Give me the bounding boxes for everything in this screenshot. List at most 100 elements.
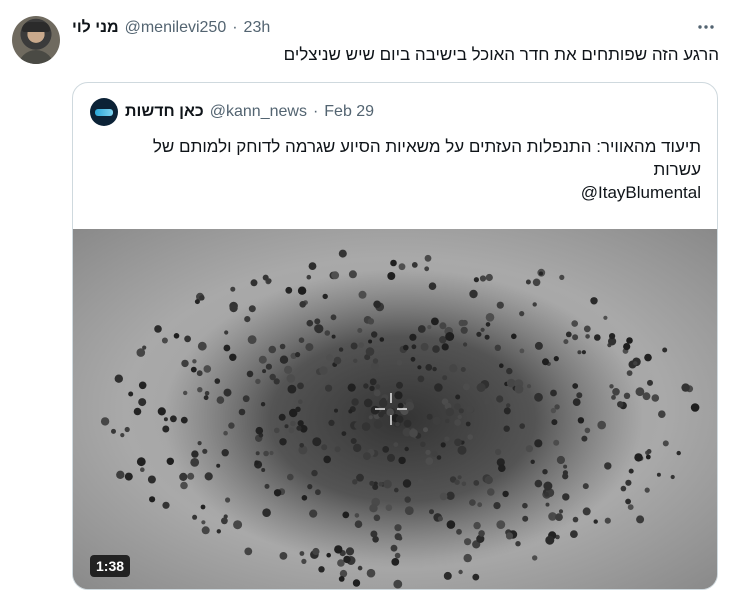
crowd-figure bbox=[223, 344, 231, 352]
crowd-figure bbox=[224, 330, 229, 335]
author-name[interactable]: מני לוי bbox=[72, 19, 119, 37]
crowd-figure bbox=[590, 297, 598, 305]
quoted-tweet-date[interactable]: Feb 29 bbox=[324, 103, 374, 121]
crowd-figure bbox=[345, 547, 355, 556]
crowd-figure bbox=[417, 375, 425, 383]
crowd-figure bbox=[368, 339, 373, 344]
crowd-figure bbox=[350, 438, 357, 444]
crowd-figure bbox=[323, 455, 331, 464]
crowd-figure bbox=[290, 420, 296, 427]
crowd-figure bbox=[441, 343, 449, 351]
crowd-figure bbox=[264, 483, 270, 489]
crowd-figure bbox=[582, 483, 589, 490]
crowd-figure bbox=[183, 390, 188, 396]
crowd-figure bbox=[393, 579, 403, 589]
more-options-button[interactable] bbox=[695, 16, 717, 38]
crowd-figure bbox=[278, 413, 286, 421]
crowd-figure bbox=[429, 509, 434, 515]
crowd-figure bbox=[485, 313, 495, 322]
crowd-figure bbox=[190, 366, 197, 373]
crowd-figure bbox=[184, 335, 191, 343]
crowd-figure bbox=[366, 568, 376, 578]
crowd-figure bbox=[442, 375, 448, 381]
video-thumbnail bbox=[73, 229, 717, 589]
crowd-figure bbox=[576, 392, 583, 399]
crowd-figure bbox=[572, 398, 581, 406]
crowd-figure bbox=[166, 457, 174, 465]
crowd-figure bbox=[214, 378, 221, 384]
crowd-figure bbox=[338, 347, 344, 352]
crowd-figure bbox=[562, 470, 568, 476]
quoted-tweet-text: תיעוד מהאוויר: התנפלות העזתים על משאיות … bbox=[81, 135, 701, 204]
crowd-figure bbox=[369, 504, 378, 513]
crowd-figure bbox=[382, 446, 390, 453]
crowd-figure bbox=[180, 416, 188, 424]
crowd-figure bbox=[190, 458, 200, 467]
crowd-figure bbox=[563, 464, 568, 469]
quoted-mention-link[interactable]: @ItayBlumental bbox=[81, 181, 701, 204]
crowd-figure bbox=[197, 441, 202, 446]
crowd-figure bbox=[593, 519, 598, 524]
crowd-figure bbox=[411, 344, 417, 350]
crowd-figure bbox=[431, 317, 439, 326]
crowd-figure bbox=[244, 316, 251, 323]
crowd-figure bbox=[367, 318, 375, 325]
quoted-author-handle[interactable]: @kann_news bbox=[210, 103, 307, 121]
quoted-tweet-header: כאן חדשות @kann_news · Feb 29 bbox=[125, 99, 374, 125]
kan-logo-icon bbox=[95, 108, 113, 116]
crowd-figure bbox=[244, 547, 253, 556]
crowd-figure bbox=[197, 341, 207, 351]
crowd-figure bbox=[545, 535, 555, 545]
crowd-figure bbox=[445, 407, 454, 417]
crowd-figure bbox=[394, 552, 401, 559]
quoted-author-name[interactable]: כאן חדשות bbox=[125, 103, 204, 121]
crowd-figure bbox=[138, 381, 147, 390]
crowd-figure bbox=[644, 353, 652, 362]
crowd-figure bbox=[647, 379, 653, 386]
crowd-figure bbox=[394, 487, 399, 493]
crowd-figure bbox=[623, 392, 631, 399]
crowd-figure bbox=[395, 415, 404, 423]
crowd-figure bbox=[326, 552, 331, 558]
crowd-figure bbox=[496, 520, 506, 529]
quoted-author-avatar[interactable] bbox=[90, 98, 118, 126]
crowd-figure bbox=[511, 333, 517, 340]
tweet-timestamp[interactable]: 23h bbox=[244, 19, 271, 37]
crowd-figure bbox=[325, 384, 333, 392]
crowd-figure bbox=[467, 434, 474, 440]
crowd-figure bbox=[432, 366, 437, 372]
crowd-figure bbox=[443, 571, 452, 580]
crowd-figure bbox=[312, 547, 320, 556]
crowd-figure bbox=[469, 499, 476, 506]
crowd-figure bbox=[308, 262, 317, 270]
crowd-figure bbox=[315, 489, 321, 496]
quoted-tweet-card[interactable]: כאן חדשות @kann_news · Feb 29 תיעוד מהאו… bbox=[72, 82, 718, 590]
crowd-figure bbox=[473, 277, 479, 283]
crowd-figure bbox=[397, 535, 403, 541]
crowd-figure bbox=[279, 355, 289, 364]
crowd-figure bbox=[242, 395, 250, 403]
crowd-figure bbox=[676, 450, 681, 456]
crowd-figure bbox=[334, 545, 343, 554]
crowd-figure bbox=[357, 328, 363, 333]
crowd-figure bbox=[558, 509, 564, 514]
crowd-figure bbox=[383, 479, 392, 489]
author-avatar[interactable] bbox=[12, 16, 60, 64]
crowd-figure bbox=[403, 419, 412, 428]
author-handle[interactable]: @menilevi250 bbox=[125, 19, 227, 37]
crowd-figure bbox=[604, 462, 612, 470]
video-player[interactable]: 1:38 bbox=[73, 229, 717, 589]
crowd-figure bbox=[633, 361, 638, 366]
crowd-figure bbox=[228, 422, 235, 429]
crowd-figure bbox=[570, 530, 578, 538]
video-duration-badge: 1:38 bbox=[90, 555, 131, 577]
crowd-figure bbox=[192, 359, 197, 364]
crowd-figure bbox=[368, 415, 373, 420]
crowd-figure bbox=[553, 356, 559, 362]
crowd-figure bbox=[440, 442, 446, 448]
crowd-figure bbox=[179, 472, 188, 481]
crowd-figure bbox=[238, 408, 246, 416]
crowd-figure bbox=[192, 514, 198, 520]
crowd-figure bbox=[309, 509, 318, 518]
crowd-figure bbox=[350, 342, 358, 350]
